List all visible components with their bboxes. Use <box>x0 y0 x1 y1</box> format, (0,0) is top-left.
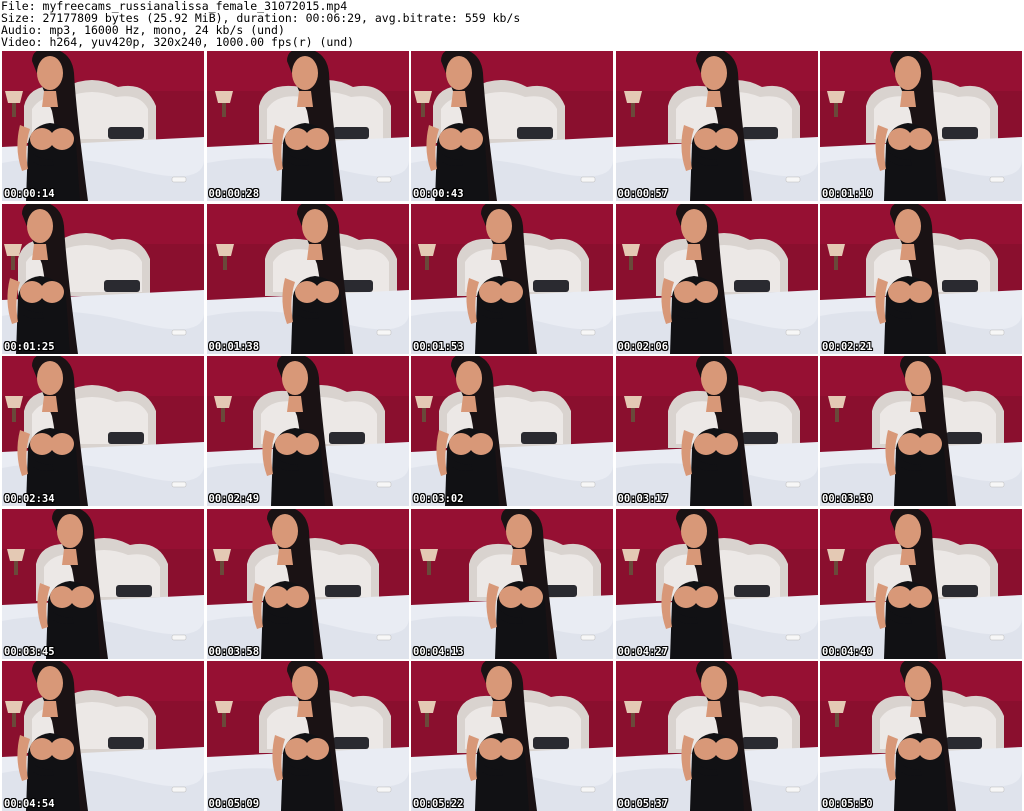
video-thumbnail: 00:03:02 <box>411 356 613 506</box>
video-thumbnail: 00:02:21 <box>820 203 1022 354</box>
video-thumbnail: 00:01:25 <box>2 203 204 354</box>
thumbnail-timestamp: 00:00:14 <box>4 188 55 200</box>
video-info-line: Video: h264, yuv420p, 320x240, 1000.00 f… <box>1 35 355 49</box>
thumbnail-timestamp: 00:02:21 <box>822 340 873 353</box>
video-thumbnail: 00:04:27 <box>615 508 818 659</box>
video-thumbnail: 00:05:37 <box>615 661 818 811</box>
thumbnail-frame-image <box>2 508 204 659</box>
video-thumbnail: 00:01:53 <box>411 203 613 354</box>
video-thumbnail: 00:00:28 <box>206 51 409 201</box>
video-thumbnail: 00:02:06 <box>615 203 818 354</box>
thumbnail-frame-image <box>206 51 409 201</box>
thumbnail-frame-image <box>615 51 818 201</box>
video-thumbnail: 00:03:58 <box>206 508 409 659</box>
thumbnail-frame-image <box>2 51 204 201</box>
video-thumbnail: 00:03:17 <box>615 356 818 506</box>
thumbnail-frame-image <box>820 508 1022 659</box>
thumbnail-frame-image <box>411 661 613 811</box>
thumbnail-timestamp: 00:01:53 <box>413 340 464 353</box>
thumbnail-frame-image <box>2 661 204 811</box>
thumbnail-timestamp: 00:02:49 <box>208 493 260 505</box>
thumbnail-frame-image <box>820 661 1022 811</box>
thumbnail-timestamp: 00:02:06 <box>617 340 669 353</box>
thumbnail-frame-image <box>615 203 818 354</box>
thumbnail-timestamp: 00:00:57 <box>617 188 669 200</box>
video-thumbnail: 00:04:40 <box>820 508 1022 659</box>
video-thumbnail: 00:04:13 <box>411 508 613 659</box>
thumbnail-frame-image <box>615 508 818 659</box>
thumbnail-timestamp: 00:00:43 <box>413 188 464 200</box>
thumbnail-timestamp: 00:03:30 <box>822 493 873 505</box>
thumbnail-timestamp: 00:05:22 <box>413 798 464 810</box>
thumbnail-frame-image <box>615 661 818 811</box>
thumbnail-timestamp: 00:01:10 <box>822 188 873 200</box>
thumbnail-frame-image <box>411 508 613 659</box>
thumbnail-timestamp: 00:03:02 <box>413 493 464 505</box>
video-thumbnail: 00:04:54 <box>2 661 204 811</box>
thumbnail-frame-image <box>820 51 1022 201</box>
video-thumbnail: 00:03:45 <box>2 508 204 659</box>
thumbnail-frame-image <box>820 356 1022 506</box>
thumbnail-frame-image <box>206 508 409 659</box>
video-thumbnail: 00:03:30 <box>820 356 1022 506</box>
video-thumbnail: 00:00:43 <box>411 51 613 201</box>
thumbnail-timestamp: 00:01:25 <box>4 340 55 353</box>
video-thumbnail: 00:00:57 <box>615 51 818 201</box>
thumbnail-timestamp: 00:01:38 <box>208 340 260 353</box>
thumbnail-frame-image <box>206 356 409 506</box>
video-thumbnail: 00:00:14 <box>2 51 204 201</box>
thumbnail-timestamp: 00:00:28 <box>208 188 260 200</box>
thumbnail-timestamp: 00:04:27 <box>617 645 669 658</box>
thumbnail-frame-image <box>411 51 613 201</box>
thumbnail-timestamp: 00:03:58 <box>208 645 260 658</box>
thumbnail-frame-image <box>206 203 409 354</box>
thumbnail-grid: 00:00:14 00:00:28 00:00:43 00:00:57 00:0… <box>0 51 1024 811</box>
thumbnail-timestamp: 00:05:09 <box>208 798 260 810</box>
thumbnail-frame-image <box>820 203 1022 354</box>
video-thumbnail: 00:01:10 <box>820 51 1022 201</box>
thumbnail-timestamp: 00:05:37 <box>617 798 669 810</box>
thumbnail-timestamp: 00:05:50 <box>822 798 873 810</box>
thumbnail-timestamp: 00:03:45 <box>4 645 55 658</box>
thumbnail-frame-image <box>411 203 613 354</box>
video-thumbnail: 00:02:34 <box>2 356 204 506</box>
video-thumbnail: 00:05:50 <box>820 661 1022 811</box>
video-thumbnail: 00:05:09 <box>206 661 409 811</box>
thumbnail-frame-image <box>2 203 204 354</box>
thumbnail-frame-image <box>2 356 204 506</box>
thumbnail-timestamp: 00:04:40 <box>822 645 873 658</box>
thumbnail-frame-image <box>206 661 409 811</box>
thumbnail-timestamp: 00:03:17 <box>617 493 669 505</box>
file-info-header: File: myfreecams_russianalissa_female_31… <box>0 0 1024 50</box>
thumbnail-timestamp: 00:02:34 <box>4 493 55 505</box>
thumbnail-frame-image <box>615 356 818 506</box>
thumbnail-timestamp: 00:04:13 <box>413 645 464 658</box>
thumbnail-timestamp: 00:04:54 <box>4 798 55 810</box>
video-thumbnail: 00:02:49 <box>206 356 409 506</box>
video-thumbnail: 00:01:38 <box>206 203 409 354</box>
thumbnail-frame-image <box>411 356 613 506</box>
video-thumbnail: 00:05:22 <box>411 661 613 811</box>
